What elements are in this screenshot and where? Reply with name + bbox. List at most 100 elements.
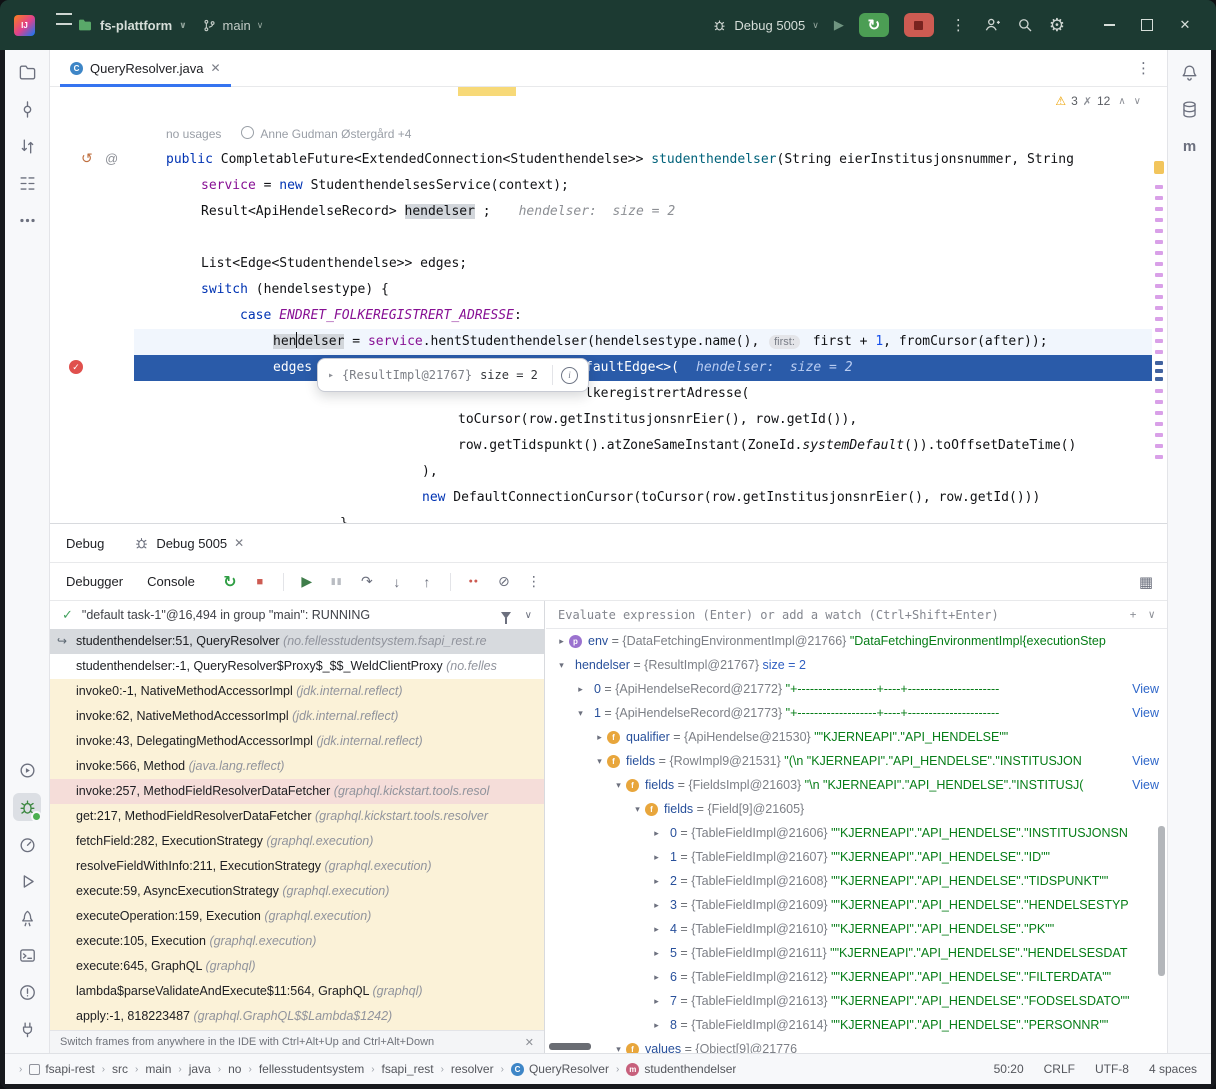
stripe-mark[interactable] — [1155, 361, 1163, 365]
vertical-scrollbar[interactable] — [1158, 826, 1165, 976]
file-encoding[interactable]: UTF-8 — [1095, 1062, 1129, 1076]
variable-row[interactable]: ▾ffields = {Field[9]@21605} — [546, 797, 1167, 821]
variable-row[interactable]: ▸3 = {TableFieldImpl@21609} ""KJERNEAPI"… — [546, 893, 1167, 917]
stripe-mark[interactable] — [1155, 306, 1163, 310]
search-icon[interactable] — [1016, 16, 1034, 34]
variable-row[interactable]: ▾ffields = {FieldsImpl@21603} "\n "KJERN… — [546, 773, 1167, 797]
stripe-mark[interactable] — [1155, 444, 1163, 448]
chevron-down-icon[interactable]: ∨ — [525, 610, 532, 621]
chevron-down-icon[interactable]: ▾ — [611, 780, 626, 791]
stripe-mark[interactable] — [1155, 411, 1163, 415]
toolwindow-title[interactable]: Debug — [66, 536, 104, 551]
breakpoint-icon[interactable]: ✓ — [69, 360, 83, 374]
stripe-mark[interactable] — [1155, 455, 1163, 459]
debug-session-tab[interactable]: Debug 5005 ✕ — [130, 524, 248, 562]
view-link[interactable]: View — [1132, 778, 1159, 792]
maven-icon[interactable]: m — [1176, 132, 1204, 160]
close-icon[interactable]: ✕ — [525, 1036, 534, 1049]
stripe-mark[interactable] — [1155, 273, 1163, 277]
layout-settings-icon[interactable]: ▦ — [1139, 573, 1153, 591]
chevron-down-icon[interactable]: ▾ — [573, 708, 588, 719]
stack-frame-row[interactable]: get:217, MethodFieldResolverDataFetcher … — [50, 804, 544, 829]
debug-icon[interactable] — [13, 793, 41, 821]
stack-frame-row[interactable]: execute:645, GraphQL (graphql) — [50, 954, 544, 979]
stop-icon[interactable]: ■ — [249, 570, 271, 594]
resume-icon[interactable]: ▶ — [296, 570, 318, 594]
project-widget[interactable]: fs-plattform ∨ — [77, 17, 187, 33]
stripe-mark[interactable] — [1155, 400, 1163, 404]
inspections-widget[interactable]: ⚠ 3 ✗ 12 ∧ ∨ — [1051, 92, 1145, 110]
chevron-right-icon[interactable]: ▸ — [649, 876, 664, 887]
database-icon[interactable] — [1176, 95, 1204, 123]
close-tab-icon[interactable]: ✕ — [234, 536, 244, 550]
step-into-icon[interactable]: ↓ — [386, 570, 408, 594]
variable-row[interactable]: ▸0 = {TableFieldImpl@21606} ""KJERNEAPI"… — [546, 821, 1167, 845]
stripe-mark[interactable] — [1155, 377, 1163, 381]
stack-frame-row[interactable]: invoke:43, DelegatingMethodAccessorImpl … — [50, 729, 544, 754]
more-icon[interactable] — [13, 206, 41, 234]
variable-row[interactable]: ▸6 = {TableFieldImpl@21612} ""KJERNEAPI"… — [546, 965, 1167, 989]
stop-button[interactable] — [904, 13, 934, 37]
stripe-mark[interactable] — [1155, 207, 1163, 211]
stripe-mark[interactable] — [1155, 251, 1163, 255]
add-watch-icon[interactable]: + — [1130, 608, 1137, 621]
execute-icon[interactable] — [13, 867, 41, 895]
stripe-mark[interactable] — [1155, 317, 1163, 321]
stripe-mark[interactable] — [1155, 350, 1163, 354]
run-icon[interactable] — [13, 756, 41, 784]
chevron-down-icon[interactable]: ▾ — [592, 756, 607, 767]
breadcrumb-item[interactable]: src — [112, 1062, 128, 1076]
variable-row[interactable]: ▸7 = {TableFieldImpl@21613} ""KJERNEAPI"… — [546, 989, 1167, 1013]
stripe-mark[interactable] — [1155, 339, 1163, 343]
variable-row[interactable]: ▸penv = {DataFetchingEnvironmentImpl@217… — [546, 629, 1167, 653]
variable-row[interactable]: ▾fvalues = {Object[9]@21776 — [546, 1037, 1167, 1053]
stripe-mark[interactable] — [1155, 284, 1163, 288]
variable-row[interactable]: ▸8 = {TableFieldImpl@21614} ""KJERNEAPI"… — [546, 1013, 1167, 1037]
minimize-button[interactable] — [1090, 0, 1128, 50]
debugger-value-popup[interactable]: ▸ {ResultImpl@21767} size = 2 i — [317, 358, 589, 392]
rerun-debug-button[interactable]: ↻ — [859, 13, 889, 37]
breadcrumb-item[interactable]: no — [228, 1062, 241, 1076]
chevron-right-icon[interactable]: ▸ — [649, 828, 664, 839]
stack-frame-row[interactable]: execute:105, Execution (graphql.executio… — [50, 929, 544, 954]
chevron-right-icon[interactable]: ▸ — [649, 996, 664, 1007]
breadcrumb-item[interactable]: main — [145, 1062, 171, 1076]
stripe-mark[interactable] — [1155, 328, 1163, 332]
close-button[interactable]: ✕ — [1166, 0, 1204, 50]
rocket-icon[interactable] — [13, 904, 41, 932]
chevron-down-icon[interactable]: ▾ — [554, 660, 569, 671]
stack-frame-row[interactable]: fetchField:282, ExecutionStrategy (graph… — [50, 829, 544, 854]
step-out-icon[interactable]: ↑ — [416, 570, 438, 594]
next-problem-icon[interactable]: ∨ — [1134, 96, 1141, 107]
stripe-mark[interactable] — [1155, 369, 1163, 373]
stack-frame-row[interactable]: lambda$parseValidateAndExecute$11:564, G… — [50, 979, 544, 1004]
breadcrumb-item[interactable]: mstudenthendelser — [626, 1062, 736, 1076]
caret-position[interactable]: 50:20 — [994, 1062, 1024, 1076]
maximize-button[interactable] — [1128, 0, 1166, 50]
chevron-right-icon[interactable]: ▸ — [649, 972, 664, 983]
variable-row[interactable]: ▾1 = {ApiHendelseRecord@21773} "+-------… — [546, 701, 1167, 725]
chevron-right-icon[interactable]: ▸ — [573, 684, 588, 695]
info-icon[interactable]: i — [561, 367, 578, 384]
breadcrumb-item[interactable]: CQueryResolver — [511, 1062, 609, 1076]
view-link[interactable]: View — [1132, 682, 1159, 696]
stack-frame-row[interactable]: ↪studenthendelser:51, QueryResolver (no.… — [50, 629, 544, 654]
variable-row[interactable]: ▸4 = {TableFieldImpl@21610} ""KJERNEAPI"… — [546, 917, 1167, 941]
plug-icon[interactable] — [13, 1015, 41, 1043]
variable-row[interactable]: ▾ffields = {RowImpl9@21531} "(\n "KJERNE… — [546, 749, 1167, 773]
project-icon[interactable] — [13, 58, 41, 86]
thread-selector[interactable]: ✓ "default task-1"@16,494 in group "main… — [50, 601, 544, 629]
filter-icon[interactable] — [501, 612, 511, 619]
stack-frame-row[interactable]: invoke:566, Method (java.lang.reflect) — [50, 754, 544, 779]
problems-icon[interactable] — [13, 978, 41, 1006]
chevron-right-icon[interactable]: ▸ — [554, 636, 569, 647]
main-menu-button[interactable] — [50, 14, 62, 37]
chevron-down-icon[interactable]: ▾ — [630, 804, 645, 815]
terminal-icon[interactable] — [13, 941, 41, 969]
stack-frame-row[interactable]: apply:-1, 818223487 (graphql.GraphQL$$La… — [50, 1004, 544, 1029]
view-breakpoints-icon[interactable]: ●● — [463, 570, 485, 594]
breadcrumb-item[interactable]: java — [189, 1062, 211, 1076]
stripe-mark[interactable] — [1155, 240, 1163, 244]
stack-frame-row[interactable]: invoke:257, MethodFieldResolverDataFetch… — [50, 779, 544, 804]
stack-frame-row[interactable]: resolveFieldWithInfo:211, ExecutionStrat… — [50, 854, 544, 879]
